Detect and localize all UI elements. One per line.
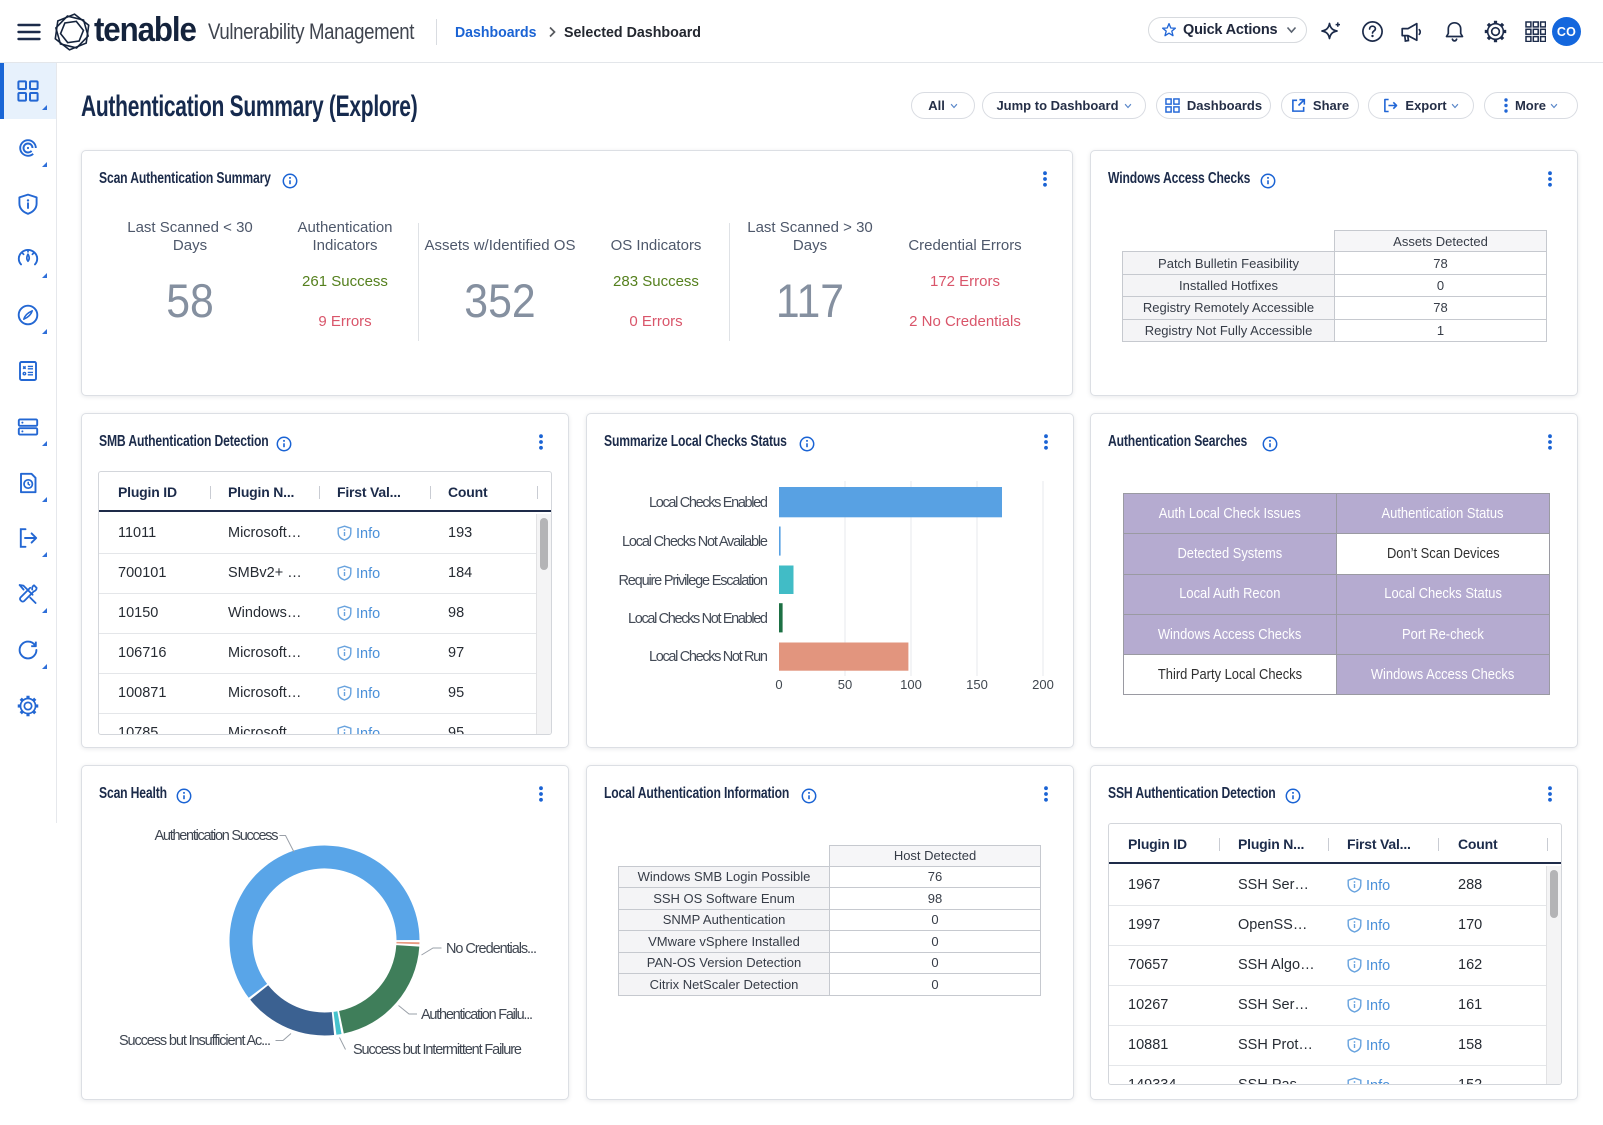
svg-text:Authentication Success: Authentication Success: [155, 828, 279, 844]
svg-text:Local Checks Not Run: Local Checks Not Run: [649, 649, 768, 665]
svg-text:0: 0: [775, 677, 782, 692]
svg-text:Success but Insufficient Ac...: Success but Insufficient Ac...: [119, 1033, 271, 1049]
svg-text:Local Checks Not Available: Local Checks Not Available: [622, 534, 768, 550]
svg-text:100: 100: [900, 677, 922, 692]
svg-text:No Credentials...: No Credentials...: [446, 941, 537, 957]
svg-text:50: 50: [838, 677, 852, 692]
svg-text:Local Checks Not Enabled: Local Checks Not Enabled: [628, 611, 768, 627]
svg-text:Local Checks Enabled: Local Checks Enabled: [649, 495, 768, 511]
svg-text:Authentication Failu...: Authentication Failu...: [421, 1007, 533, 1023]
svg-text:150: 150: [966, 677, 988, 692]
svg-text:Require Privilege Escalation: Require Privilege Escalation: [619, 573, 769, 589]
svg-text:Success but Intermittent Failu: Success but Intermittent Failure: [353, 1042, 522, 1058]
svg-text:200: 200: [1032, 677, 1054, 692]
